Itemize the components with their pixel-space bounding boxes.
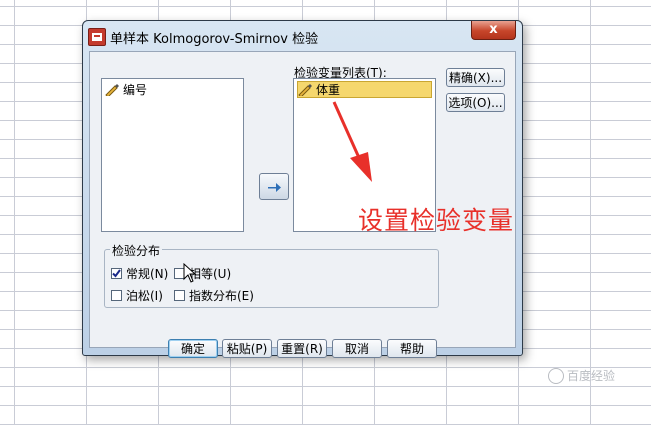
annotation-text: 设置检验变量 [358,206,515,235]
cancel-button[interactable]: 取消 [332,339,382,358]
reset-button[interactable]: 重置(R) [277,339,327,358]
help-button[interactable]: 帮助 [387,339,437,358]
list-item-label: 编号 [123,83,148,97]
checkmark-icon [112,269,121,278]
exact-button[interactable]: 精确(X)... [446,68,505,87]
checkbox-box[interactable] [111,290,122,301]
list-item-label: 体重 [316,83,341,97]
annotation-arrow-icon [332,101,372,182]
title-bar[interactable]: 单样本 Kolmogorov-Smirnov 检验 x [83,21,522,51]
watermark-logo-icon [548,367,564,384]
ruler-pencil-icon [298,83,312,96]
watermark: 百度经验 [548,367,615,384]
list-item-weight[interactable]: 体重 [297,81,432,98]
spss-app-icon [88,28,106,46]
checkbox-box[interactable] [111,268,122,279]
source-variable-list[interactable]: 编号 [101,78,244,232]
ks-test-dialog: 单样本 Kolmogorov-Smirnov 检验 x 编号 检验变量列表(T)… [82,20,523,358]
options-button[interactable]: 选项(O)... [446,93,505,112]
watermark-text: 百度经验 [567,369,616,383]
ruler-pencil-icon [105,83,119,96]
dialog-body: 编号 检验变量列表(T): 体重 精确(X)... 选项(O)... 检验分布 [89,51,516,358]
checkbox-label: 常规(N) [126,267,169,281]
mouse-cursor-icon [183,263,197,283]
paste-button[interactable]: 粘贴(P) [222,339,272,358]
poisson-checkbox[interactable]: 泊松(I) [111,287,163,304]
normal-checkbox[interactable]: 常规(N) [111,265,168,282]
exponential-checkbox[interactable]: 指数分布(E) [174,287,254,304]
list-item-id[interactable]: 编号 [105,82,147,97]
close-button[interactable]: x [471,21,516,40]
arrow-right-icon [268,182,281,192]
checkbox-label: 指数分布(E) [189,289,254,303]
move-to-test-list-button[interactable] [259,173,289,200]
dialog-title: 单样本 Kolmogorov-Smirnov 检验 [110,32,319,47]
checkbox-label: 泊松(I) [126,289,163,303]
group-title: 检验分布 [110,242,163,259]
checkbox-box[interactable] [174,290,185,301]
test-distribution-group: 检验分布 常规(N) 相等(U) 泊松(I) 指数分布(E) [104,242,439,308]
ok-button[interactable]: 确定 [168,339,218,358]
